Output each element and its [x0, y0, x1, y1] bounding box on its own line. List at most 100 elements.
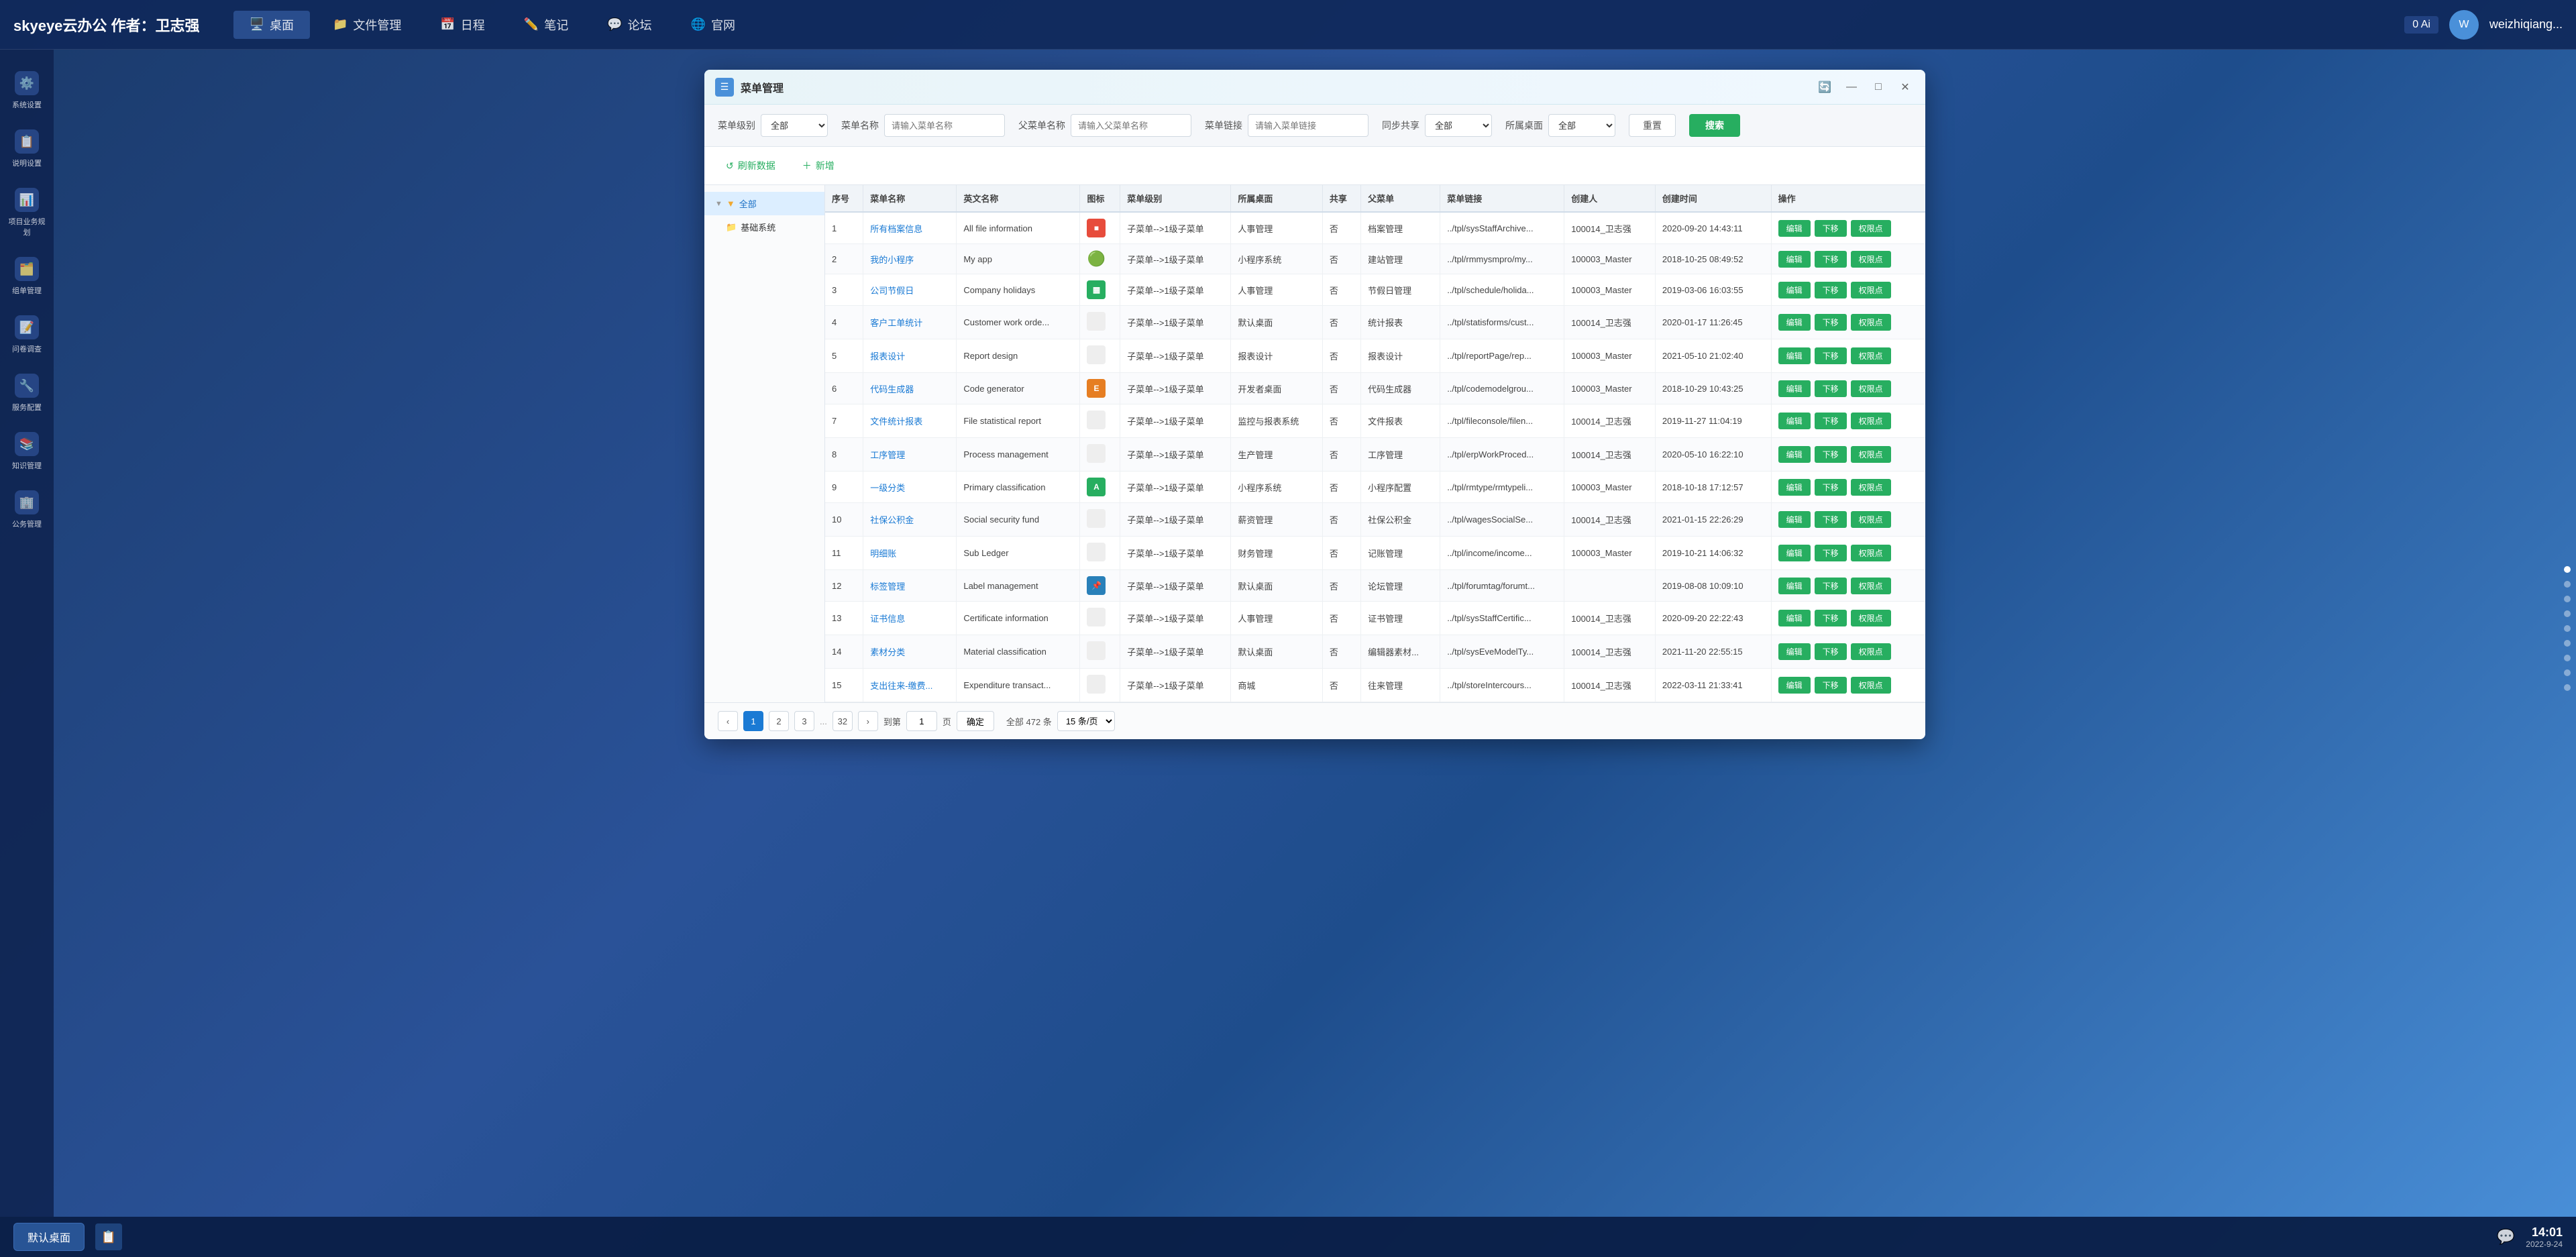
menu-name-link[interactable]: 社保公积金: [870, 515, 914, 525]
start-button[interactable]: 默认桌面: [13, 1223, 85, 1251]
edit-button[interactable]: 编辑: [1778, 251, 1811, 268]
sidebar-item-survey[interactable]: 📝 问卷调查: [3, 307, 50, 362]
edit-button[interactable]: 编辑: [1778, 578, 1811, 594]
menu-name-link[interactable]: 公司节假日: [870, 286, 914, 296]
nav-forum[interactable]: 💬论坛: [591, 11, 667, 39]
edit-button[interactable]: 编辑: [1778, 347, 1811, 364]
down-button[interactable]: 下移: [1815, 347, 1847, 364]
edit-button[interactable]: 编辑: [1778, 380, 1811, 397]
edit-button[interactable]: 编辑: [1778, 220, 1811, 237]
perm-button[interactable]: 权限点: [1851, 282, 1891, 298]
perm-button[interactable]: 权限点: [1851, 545, 1891, 561]
minimize-btn[interactable]: —: [1842, 78, 1861, 97]
add-button[interactable]: ＋ 新增: [794, 155, 843, 176]
down-button[interactable]: 下移: [1815, 413, 1847, 429]
sidebar-item-project[interactable]: 📊 项目业务规划: [3, 180, 50, 245]
select-menu-level[interactable]: 全部: [761, 114, 828, 137]
search-button[interactable]: 搜索: [1689, 114, 1740, 137]
perm-button[interactable]: 权限点: [1851, 446, 1891, 463]
right-dot-4[interactable]: [2564, 610, 2571, 617]
edit-button[interactable]: 编辑: [1778, 677, 1811, 694]
perm-button[interactable]: 权限点: [1851, 643, 1891, 660]
down-button[interactable]: 下移: [1815, 610, 1847, 626]
down-button[interactable]: 下移: [1815, 677, 1847, 694]
perm-button[interactable]: 权限点: [1851, 578, 1891, 594]
menu-name-link[interactable]: 一级分类: [870, 483, 905, 493]
perm-button[interactable]: 权限点: [1851, 479, 1891, 496]
page-btn-32[interactable]: 32: [833, 711, 853, 731]
menu-name-link[interactable]: 证书信息: [870, 614, 905, 624]
down-button[interactable]: 下移: [1815, 578, 1847, 594]
perm-button[interactable]: 权限点: [1851, 413, 1891, 429]
input-menu-name[interactable]: [884, 114, 1005, 137]
nav-official[interactable]: 🌐官网: [675, 11, 751, 39]
perm-button[interactable]: 权限点: [1851, 347, 1891, 364]
down-button[interactable]: 下移: [1815, 511, 1847, 528]
perm-button[interactable]: 权限点: [1851, 314, 1891, 331]
right-dot-2[interactable]: [2564, 581, 2571, 588]
edit-button[interactable]: 编辑: [1778, 545, 1811, 561]
edit-button[interactable]: 编辑: [1778, 446, 1811, 463]
perm-button[interactable]: 权限点: [1851, 380, 1891, 397]
edit-button[interactable]: 编辑: [1778, 610, 1811, 626]
perm-button[interactable]: 权限点: [1851, 511, 1891, 528]
taskbar-app-icon[interactable]: 📋: [95, 1223, 122, 1250]
sidebar-item-instructions[interactable]: 📋 说明设置: [3, 121, 50, 176]
down-button[interactable]: 下移: [1815, 380, 1847, 397]
refresh-button[interactable]: ↺ 刷新数据: [718, 155, 784, 176]
sidebar-item-official[interactable]: 🏢 公务管理: [3, 482, 50, 537]
page-prev-btn[interactable]: ‹: [718, 711, 738, 731]
input-menu-link[interactable]: [1248, 114, 1368, 137]
page-btn-1[interactable]: 1: [743, 711, 763, 731]
nav-filemanager[interactable]: 📁文件管理: [317, 11, 417, 39]
right-dot-1[interactable]: [2564, 566, 2571, 573]
right-dot-6[interactable]: [2564, 640, 2571, 647]
refresh-window-btn[interactable]: 🔄: [1815, 78, 1834, 97]
edit-button[interactable]: 编辑: [1778, 314, 1811, 331]
menu-name-link[interactable]: 工序管理: [870, 450, 905, 460]
menu-name-link[interactable]: 文件统计报表: [870, 417, 922, 427]
right-dot-5[interactable]: [2564, 625, 2571, 632]
perm-button[interactable]: 权限点: [1851, 677, 1891, 694]
menu-name-link[interactable]: 报表设计: [870, 351, 905, 362]
menu-name-link[interactable]: 我的小程序: [870, 255, 914, 265]
tree-item-basic[interactable]: 📁 基础系统: [704, 215, 824, 239]
menu-name-link[interactable]: 代码生成器: [870, 384, 914, 394]
edit-button[interactable]: 编辑: [1778, 413, 1811, 429]
maximize-btn[interactable]: □: [1869, 78, 1888, 97]
perm-button[interactable]: 权限点: [1851, 220, 1891, 237]
sidebar-item-service[interactable]: 🔧 服务配置: [3, 366, 50, 421]
down-button[interactable]: 下移: [1815, 251, 1847, 268]
menu-name-link[interactable]: 所有档案信息: [870, 224, 922, 234]
select-desktop[interactable]: 全部: [1548, 114, 1615, 137]
goto-input[interactable]: [906, 711, 937, 731]
per-page-select[interactable]: 15 条/页 30 条/页 50 条/页: [1057, 711, 1115, 731]
right-dot-9[interactable]: [2564, 684, 2571, 691]
nav-notes[interactable]: ✏️笔记: [508, 11, 584, 39]
right-dot-3[interactable]: [2564, 596, 2571, 602]
down-button[interactable]: 下移: [1815, 314, 1847, 331]
page-next-btn[interactable]: ›: [858, 711, 878, 731]
nav-desktop[interactable]: 🖥️桌面: [233, 11, 310, 39]
down-button[interactable]: 下移: [1815, 446, 1847, 463]
down-button[interactable]: 下移: [1815, 479, 1847, 496]
menu-name-link[interactable]: 支出往来-缴费...: [870, 681, 932, 691]
perm-button[interactable]: 权限点: [1851, 610, 1891, 626]
chat-icon[interactable]: 💬: [2497, 1228, 2515, 1246]
close-btn[interactable]: ✕: [1896, 78, 1915, 97]
sidebar-item-group[interactable]: 🗂️ 组单管理: [3, 249, 50, 304]
avatar[interactable]: W: [2449, 10, 2479, 40]
right-dot-8[interactable]: [2564, 669, 2571, 676]
down-button[interactable]: 下移: [1815, 545, 1847, 561]
sidebar-item-system-settings[interactable]: ⚙️ 系统设置: [3, 63, 50, 118]
menu-name-link[interactable]: 标签管理: [870, 582, 905, 592]
menu-name-link[interactable]: 客户工单统计: [870, 318, 922, 328]
down-button[interactable]: 下移: [1815, 643, 1847, 660]
menu-name-link[interactable]: 素材分类: [870, 647, 905, 657]
edit-button[interactable]: 编辑: [1778, 282, 1811, 298]
input-parent-name[interactable]: [1071, 114, 1191, 137]
edit-button[interactable]: 编辑: [1778, 643, 1811, 660]
nav-schedule[interactable]: 📅日程: [424, 11, 500, 39]
select-sync-share[interactable]: 全部: [1425, 114, 1492, 137]
menu-name-link[interactable]: 明细账: [870, 549, 896, 559]
